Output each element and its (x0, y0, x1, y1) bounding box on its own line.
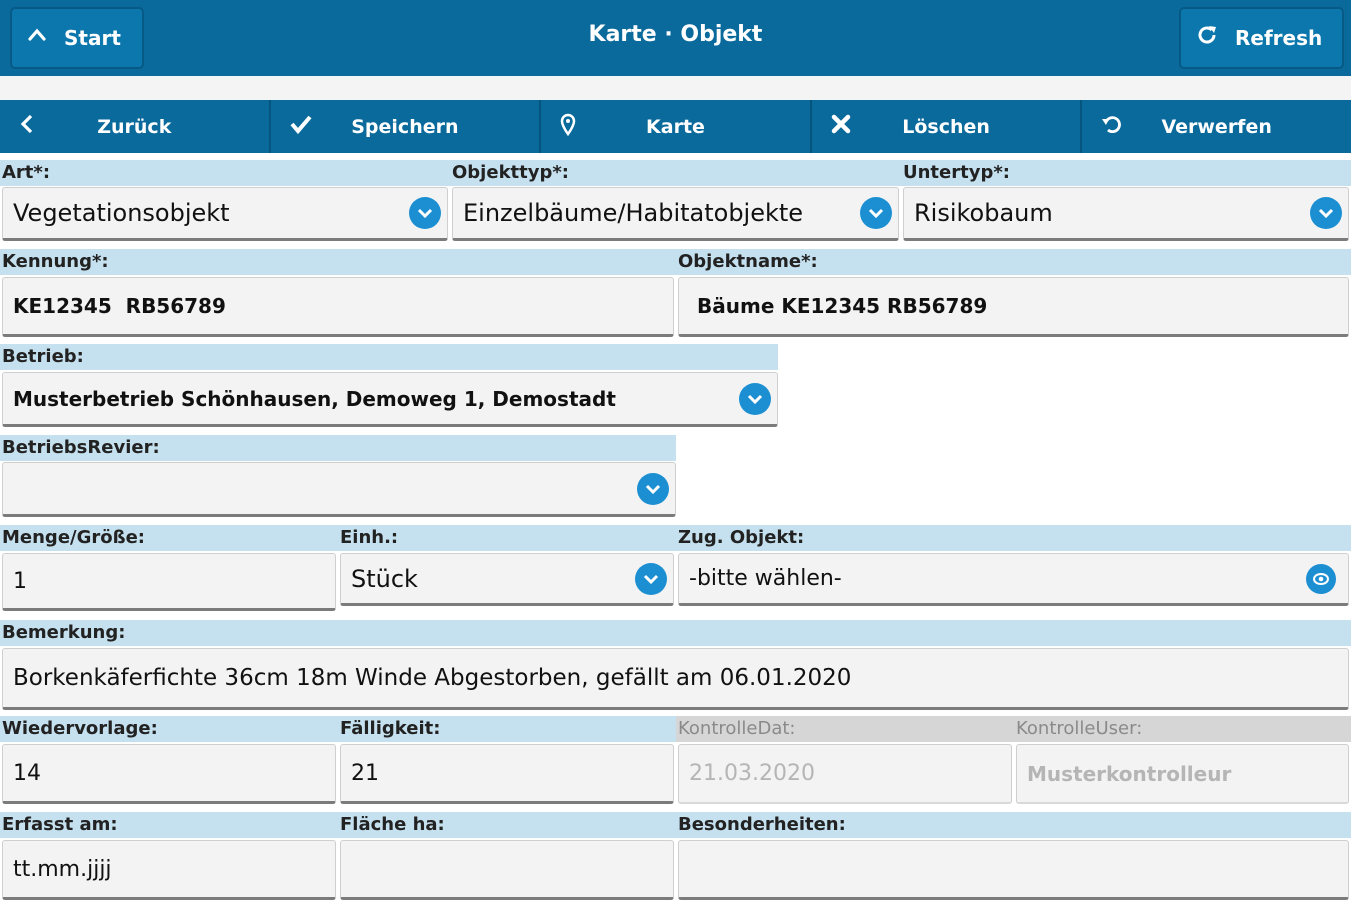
erfasst-input[interactable]: tt.mm.jjjj (2, 840, 336, 900)
wiedervorlage-value: 14 (13, 760, 41, 786)
kontrolledat-value: 21.03.2020 (689, 761, 815, 786)
menge-input[interactable]: 1 (2, 553, 336, 611)
header-spacer (0, 76, 1351, 100)
chevron-down-icon (635, 562, 667, 595)
objekttyp-label: Objekttyp*: (450, 160, 901, 186)
wiedervorlage-input[interactable]: 14 (2, 744, 336, 804)
kontrolleuser-input: Musterkontrolleur (1016, 744, 1349, 804)
wiedervorlage-label: Wiedervorlage: (0, 716, 338, 742)
map-marker-icon (559, 113, 577, 143)
header-bar: Start Karte · Objekt Refresh (0, 0, 1351, 76)
einheit-select[interactable]: Stück (340, 553, 674, 606)
check-icon (289, 113, 313, 141)
einheit-value: Stück (351, 564, 418, 593)
chevron-down-icon (739, 382, 771, 415)
chevron-left-icon (18, 113, 36, 141)
bemerkung-value: Borkenkäferfichte 36cm 18m Winde Abgesto… (13, 665, 852, 691)
chevron-down-icon (637, 472, 669, 505)
save-button[interactable]: Speichern (271, 100, 542, 153)
art-label: Art*: (0, 160, 450, 186)
erfasst-value: tt.mm.jjjj (13, 856, 112, 882)
objektname-input[interactable]: Bäume KE12345 RB56789 (678, 277, 1349, 337)
back-button[interactable]: Zurück (0, 100, 271, 153)
objekttyp-value: Einzelbäume/Habitatobjekte (463, 199, 804, 227)
zug-objekt-value: -bitte wählen- (689, 566, 842, 591)
menge-label: Menge/Größe: (0, 525, 338, 551)
art-select[interactable]: Vegetationsobjekt (2, 187, 448, 241)
zug-objekt-select[interactable]: -bitte wählen- (678, 553, 1349, 606)
einheit-label: Einh.: (338, 525, 676, 551)
faelligkeit-value: 21 (351, 760, 379, 786)
betriebsrevier-label: BetriebsRevier: (0, 435, 676, 461)
chevron-down-icon (860, 197, 892, 229)
untertyp-label: Untertyp*: (901, 160, 1351, 186)
faelligkeit-label: Fälligkeit: (338, 716, 676, 742)
objektname-label: Objektname*: (676, 249, 1351, 275)
untertyp-value: Risikobaum (914, 199, 1053, 227)
map-label: Karte (646, 115, 705, 138)
zug-objekt-label: Zug. Objekt: (676, 525, 1351, 551)
kontrolleuser-value: Musterkontrolleur (1027, 761, 1232, 786)
kennung-value: KE12345 RB56789 (13, 294, 226, 318)
flaeche-input[interactable] (340, 840, 674, 900)
discard-label: Verwerfen (1161, 115, 1272, 138)
untertyp-select[interactable]: Risikobaum (903, 187, 1349, 241)
menge-value: 1 (13, 568, 27, 594)
objekttyp-select[interactable]: Einzelbäume/Habitatobjekte (452, 187, 899, 241)
back-label: Zurück (97, 115, 172, 138)
betrieb-label: Betrieb: (0, 344, 778, 370)
kontrolleuser-label: KontrolleUser: (1014, 716, 1351, 742)
refresh-label: Refresh (1235, 26, 1323, 50)
save-label: Speichern (351, 115, 459, 138)
delete-button[interactable]: Löschen (812, 100, 1083, 153)
page-title: Karte · Objekt (588, 22, 763, 47)
betriebsrevier-select[interactable] (2, 462, 676, 517)
faelligkeit-input[interactable]: 21 (340, 744, 674, 804)
kontrolledat-input: 21.03.2020 (678, 744, 1012, 804)
besonderheiten-input[interactable] (678, 840, 1349, 900)
art-value: Vegetationsobjekt (13, 199, 230, 227)
refresh-icon (1195, 23, 1219, 53)
kennung-input[interactable]: KE12345 RB56789 (2, 277, 674, 337)
map-button[interactable]: Karte (541, 100, 812, 153)
betrieb-select[interactable]: Musterbetrieb Schönhausen, Demoweg 1, De… (2, 372, 778, 427)
betrieb-value: Musterbetrieb Schönhausen, Demoweg 1, De… (13, 386, 616, 411)
undo-icon (1100, 113, 1122, 141)
delete-label: Löschen (902, 115, 990, 138)
chevron-down-icon (409, 197, 441, 229)
action-toolbar: Zurück Speichern Karte Löschen Verwerfen (0, 100, 1351, 153)
bemerkung-input[interactable]: Borkenkäferfichte 36cm 18m Winde Abgesto… (2, 648, 1349, 710)
bemerkung-label: Bemerkung: (0, 620, 1351, 646)
kontrolledat-label: KontrolleDat: (676, 716, 1014, 742)
refresh-button[interactable]: Refresh (1179, 7, 1344, 69)
kennung-label: Kennung*: (0, 249, 676, 275)
discard-button[interactable]: Verwerfen (1082, 100, 1351, 153)
flaeche-label: Fläche ha: (338, 812, 676, 838)
chevron-down-icon (1310, 197, 1342, 229)
objektname-value: Bäume KE12345 RB56789 (697, 294, 988, 318)
eye-icon[interactable] (1306, 563, 1336, 594)
erfasst-label: Erfasst am: (0, 812, 338, 838)
besonderheiten-label: Besonderheiten: (676, 812, 1351, 838)
close-icon (830, 113, 852, 141)
